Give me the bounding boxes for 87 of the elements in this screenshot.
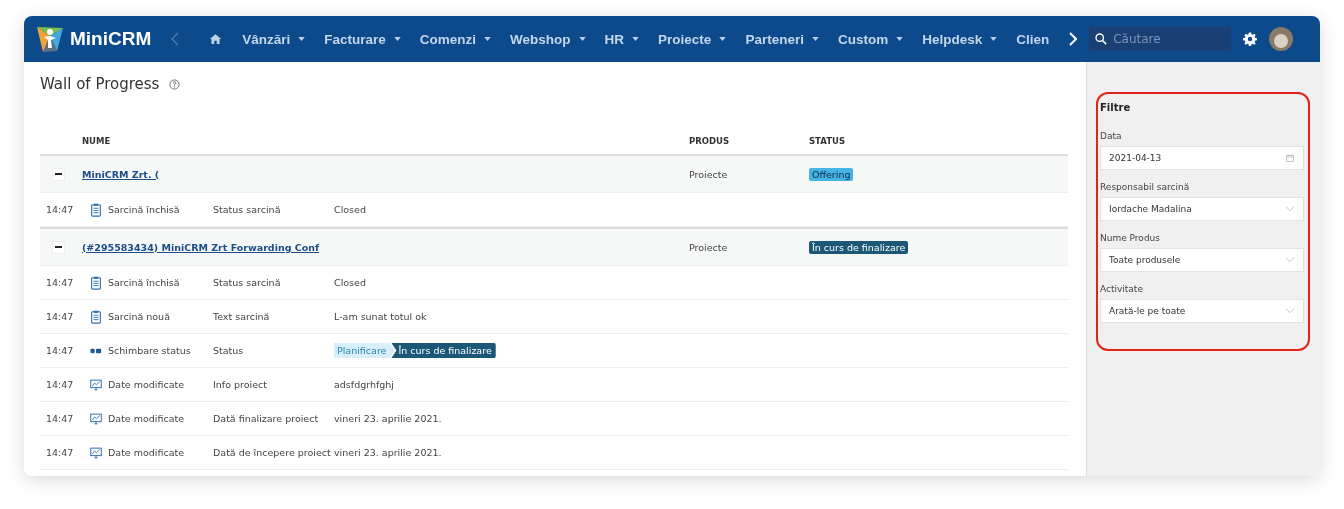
table-cell-text: Info proiect [213,379,268,390]
field-label: Activitate [1100,284,1144,294]
caret-icon[interactable] [811,37,819,41]
column-header: NUME [82,136,112,146]
caret-icon[interactable] [578,37,586,41]
table-cell: L-am sunat totul ok [334,311,427,322]
filters-title: Filtre [1100,102,1132,113]
table-cell-text: 14:47 [45,379,75,390]
caret-icon[interactable] [298,37,306,41]
nav-item[interactable]: Comenzi [419,31,477,47]
calendar-icon [1285,154,1295,162]
table-cell: vineri 23. aprilie 2021. [334,413,442,424]
nav-item[interactable]: Webshop [510,31,571,47]
collapse-button[interactable] [52,167,65,181]
caret-icon[interactable] [990,37,998,41]
chevron-down-icon [1285,256,1295,264]
select-field[interactable]: Arată-le pe toate [1100,299,1304,323]
project-link[interactable]: (#295583434) MiniCRM Zrt Forwarding Conf [82,241,320,253]
table-cell-text: Dată finalizare proiect [213,413,320,424]
field-label: Responsabil sarcină [1100,182,1191,192]
table-cell-text: 14:47 [45,204,75,215]
nav-item[interactable]: Facturare [324,31,386,47]
table-cell-text: 14:47 [45,447,75,458]
chevron-right-icon[interactable] [1069,32,1078,46]
field-label: Data [1100,131,1123,141]
monitor-chart-icon [90,411,102,426]
table-cell: Sarcină închisă [108,277,180,288]
table-cell: Closed [334,277,366,288]
clipboard-icon [90,275,102,290]
settings-icon[interactable] [1243,32,1258,46]
select-field[interactable]: Toate produsele [1100,248,1304,272]
table-cell-text: Status sarcină [213,277,282,288]
caret-icon[interactable] [719,37,727,41]
status-tag: Offering [809,167,854,181]
table-cell: Sarcină nouă [108,311,170,322]
table-cell-text: 14:47 [45,311,75,322]
table-cell-text: Status sarcină [213,204,282,215]
table-cell-text: 14:47 [45,345,75,356]
chevron-down-icon [1285,307,1295,315]
search-field[interactable]: Căutare [1089,27,1232,51]
project-link[interactable]: MiniCRM Zrt. ( [82,168,160,180]
table-cell-text: Proiecte [689,168,729,180]
monitor-chart-icon [90,445,102,460]
table-cell: Date modificate [108,379,185,390]
table-cell-text: 14:47 [45,413,75,424]
caret-icon[interactable] [896,37,904,41]
table-cell-text: 14:47 [45,277,75,288]
nav-item[interactable]: Custom [837,31,889,47]
page-title: Wall of Progress [40,75,160,93]
table-cell-text: Text sarcină [213,311,271,322]
caret-icon[interactable] [393,37,401,41]
caret-icon[interactable] [484,37,492,41]
status-tag: În curs de finalizare [809,240,909,254]
logo-icon [34,24,66,54]
clipboard-icon [90,202,102,217]
nav-item[interactable]: HR [604,31,625,47]
help-icon[interactable] [169,78,181,90]
nav-item[interactable]: Parteneri [745,31,804,47]
monitor-chart-icon [90,377,102,392]
caret-icon[interactable] [632,37,640,41]
chevron-down-icon [1285,205,1295,213]
table-cell-text: Status [213,345,245,356]
table-cell-text: Proiecte [689,241,729,253]
brand-name: MiniCRM [70,28,152,50]
avatar[interactable] [1269,27,1294,51]
column-header: PRODUS [689,136,731,146]
table-cell: Date modificate [108,447,185,458]
table-cell: Sarcină închisă [108,204,180,215]
table-cell: Closed [334,204,366,215]
table-cell: adsfdgrhfghj [334,379,394,390]
previous-status-tag: Planificare [334,343,395,358]
table-cell: vineri 23. aprilie 2021. [334,447,442,458]
home-icon[interactable] [209,33,223,45]
date-field[interactable]: 2021-04-13 [1100,146,1304,170]
nav-item[interactable]: Helpdesk [922,31,983,47]
table-cell: Date modificate [108,413,185,424]
nav-item[interactable]: Clien [1016,31,1050,47]
nav-item[interactable]: Proiecte [658,31,712,47]
field-label: Nume Produs [1100,233,1161,243]
collapse-button[interactable] [52,240,65,254]
column-header: STATUS [809,136,846,146]
nav-item[interactable]: Vânzări [242,31,291,47]
table-cell-text: Dată de începere proiect [213,447,332,458]
table-cell: Schimbare status [108,345,191,356]
new-status-tag: În curs de finalizare [391,343,496,358]
clipboard-icon [90,309,102,324]
select-field[interactable]: Iordache Madalina [1100,197,1304,221]
